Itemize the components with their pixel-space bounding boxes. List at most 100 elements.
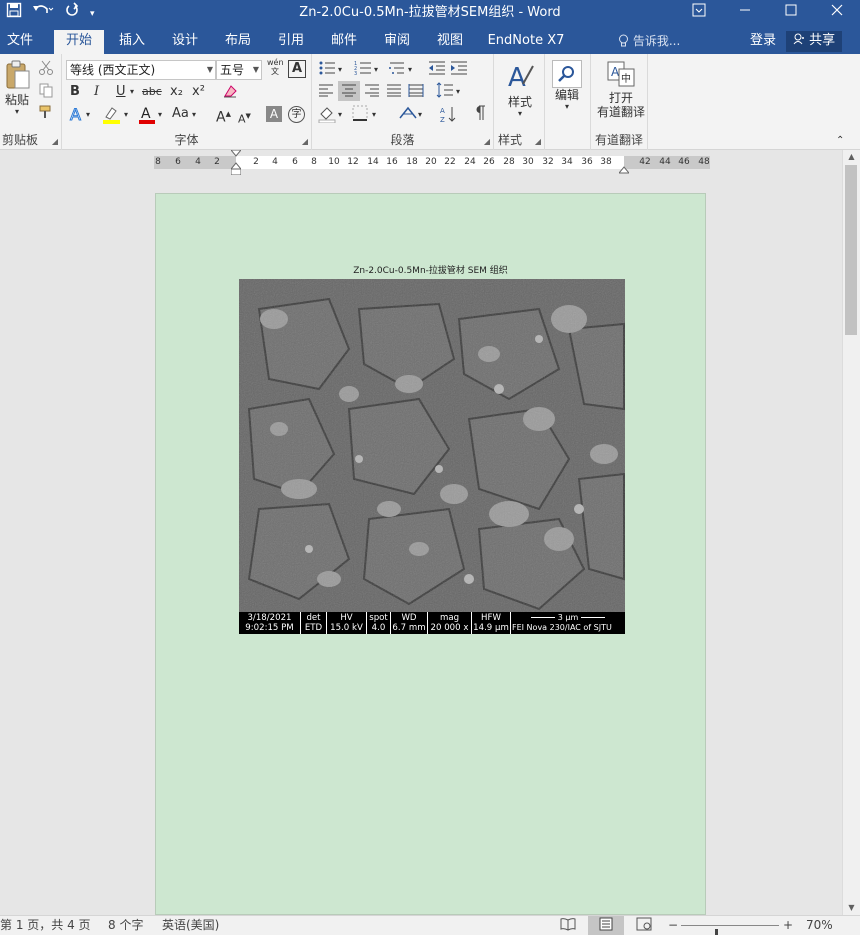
shrink-font-button[interactable]: A▼: [238, 107, 251, 129]
bullets-icon[interactable]: [318, 60, 336, 82]
tab-endnote[interactable]: EndNote X7: [484, 28, 568, 54]
copy-icon[interactable]: [38, 82, 54, 104]
italic-button[interactable]: I: [94, 83, 99, 101]
character-shading-icon[interactable]: A: [266, 106, 282, 122]
zoom-in-icon[interactable]: +: [783, 916, 793, 935]
tab-references[interactable]: 引用: [269, 28, 313, 54]
shading-icon[interactable]: [318, 105, 336, 129]
sort-icon[interactable]: AZ: [440, 105, 456, 129]
borders-icon[interactable]: [352, 105, 368, 127]
font-size-combo[interactable]: 五号 ▼: [216, 60, 262, 80]
chinese-layout-dropdown-icon[interactable]: ▾: [418, 106, 422, 124]
underline-dropdown-icon[interactable]: ▾: [130, 83, 134, 101]
scroll-down-icon[interactable]: ▼: [843, 901, 860, 915]
format-painter-icon[interactable]: [38, 104, 54, 126]
read-mode-icon[interactable]: [560, 916, 576, 935]
ribbon-display-icon[interactable]: [676, 0, 722, 28]
subscript-button[interactable]: x₂: [170, 83, 183, 101]
text-effects-dropdown-icon[interactable]: ▾: [86, 106, 90, 124]
shading-dropdown-icon[interactable]: ▾: [338, 106, 342, 124]
paragraph-launcher-icon[interactable]: ◢: [484, 137, 490, 146]
open-translate-button[interactable]: A中 打开 有道翻译: [593, 60, 649, 119]
tab-home[interactable]: 开始: [54, 30, 104, 54]
clear-formatting-icon[interactable]: [222, 83, 238, 105]
enclose-characters-icon[interactable]: 字: [288, 106, 305, 123]
font-launcher-icon[interactable]: ◢: [302, 137, 308, 146]
tell-me-box[interactable]: 告诉我...: [618, 28, 680, 54]
character-border-icon[interactable]: A: [288, 60, 306, 78]
change-case-dropdown-icon[interactable]: ▾: [192, 106, 196, 124]
tab-layout[interactable]: 布局: [216, 28, 260, 54]
text-effects-icon[interactable]: A: [68, 105, 86, 129]
line-spacing-dropdown-icon[interactable]: ▾: [456, 83, 460, 101]
decrease-indent-icon[interactable]: [428, 60, 446, 82]
chinese-layout-icon[interactable]: [398, 105, 418, 127]
align-left-icon[interactable]: [318, 83, 334, 103]
styles-launcher-icon[interactable]: ◢: [535, 137, 541, 146]
share-button[interactable]: 共享: [786, 31, 842, 52]
multilevel-list-icon[interactable]: [388, 60, 406, 82]
undo-icon[interactable]: [32, 0, 54, 28]
page-count[interactable]: 第 1 页，共 4 页: [0, 916, 91, 935]
font-color-icon[interactable]: A: [138, 105, 156, 131]
paste-dropdown-icon[interactable]: ▾: [2, 107, 32, 117]
horizontal-ruler[interactable]: 8 6 4 2 2 4 6 8 10 12 14 16 18 20 22 24 26 28 30 32 34 36 38 42…: [154, 149, 710, 176]
minimize-icon[interactable]: [722, 0, 768, 28]
zoom-slider[interactable]: [681, 925, 779, 935]
collapse-ribbon-icon[interactable]: ⌃: [836, 132, 844, 150]
tab-review[interactable]: 审阅: [375, 28, 419, 54]
phonetic-guide-button[interactable]: wén 文: [267, 58, 284, 76]
grow-font-button[interactable]: A▲: [216, 105, 231, 127]
vertical-scrollbar[interactable]: ▲ ▼: [842, 150, 860, 915]
paste-button[interactable]: 粘贴 ▾: [2, 60, 32, 117]
tab-design[interactable]: 设计: [163, 28, 207, 54]
multilevel-dropdown-icon[interactable]: ▾: [408, 61, 412, 79]
bold-button[interactable]: B: [70, 83, 80, 101]
language-indicator[interactable]: 英语(美国): [162, 916, 219, 935]
tab-view[interactable]: 视图: [428, 28, 472, 54]
scroll-up-icon[interactable]: ▲: [843, 150, 860, 164]
maximize-icon[interactable]: [768, 0, 814, 28]
font-name-combo[interactable]: 等线 (西文正文) ▼: [66, 60, 216, 80]
close-icon[interactable]: [814, 0, 860, 28]
editing-button[interactable]: 编辑 ▾: [549, 60, 585, 112]
first-line-indent-marker[interactable]: [229, 149, 243, 178]
print-layout-icon[interactable]: [588, 916, 624, 935]
increase-indent-icon[interactable]: [450, 60, 468, 82]
clipboard-launcher-icon[interactable]: ◢: [52, 137, 58, 146]
highlight-dropdown-icon[interactable]: ▾: [124, 106, 128, 124]
strikethrough-button[interactable]: abc: [142, 83, 162, 101]
underline-button[interactable]: U: [116, 83, 126, 101]
show-marks-icon[interactable]: [472, 105, 486, 127]
styles-button[interactable]: A 样式 ▾: [498, 60, 542, 119]
zoom-slider-thumb[interactable]: [715, 929, 718, 935]
zoom-out-icon[interactable]: −: [668, 916, 678, 935]
justify-icon[interactable]: [386, 83, 402, 103]
font-color-dropdown-icon[interactable]: ▾: [158, 106, 162, 124]
sem-micrograph[interactable]: 3/18/2021 9:02:15 PM det ETD HV 15.0 kV …: [239, 279, 625, 634]
web-layout-icon[interactable]: [636, 916, 652, 935]
numbering-icon[interactable]: 123: [354, 60, 372, 82]
word-count[interactable]: 8 个字: [108, 916, 143, 935]
tab-insert[interactable]: 插入: [110, 28, 154, 54]
login-link[interactable]: 登录: [750, 28, 776, 54]
save-icon[interactable]: [6, 0, 22, 28]
superscript-button[interactable]: x²: [192, 83, 205, 101]
cut-icon[interactable]: [38, 60, 54, 82]
bullets-dropdown-icon[interactable]: ▾: [338, 61, 342, 79]
zoom-level[interactable]: 70%: [806, 916, 833, 935]
align-center-icon[interactable]: [338, 81, 360, 101]
align-right-icon[interactable]: [364, 83, 380, 103]
right-indent-marker[interactable]: [617, 163, 631, 177]
borders-dropdown-icon[interactable]: ▾: [372, 106, 376, 124]
scroll-thumb[interactable]: [845, 165, 857, 335]
highlight-icon[interactable]: [102, 105, 122, 131]
tab-file[interactable]: 文件: [0, 28, 40, 54]
tab-mailings[interactable]: 邮件: [322, 28, 366, 54]
numbering-dropdown-icon[interactable]: ▾: [374, 61, 378, 79]
line-spacing-icon[interactable]: [436, 82, 454, 104]
change-case-button[interactable]: Aa: [172, 105, 189, 123]
document-page[interactable]: Zn-2.0Cu-0.5Mn-拉拔管材 SEM 组织 3/18/2021 9:0…: [155, 193, 706, 915]
distributed-icon[interactable]: [408, 83, 424, 103]
redo-icon[interactable]: [64, 0, 80, 28]
